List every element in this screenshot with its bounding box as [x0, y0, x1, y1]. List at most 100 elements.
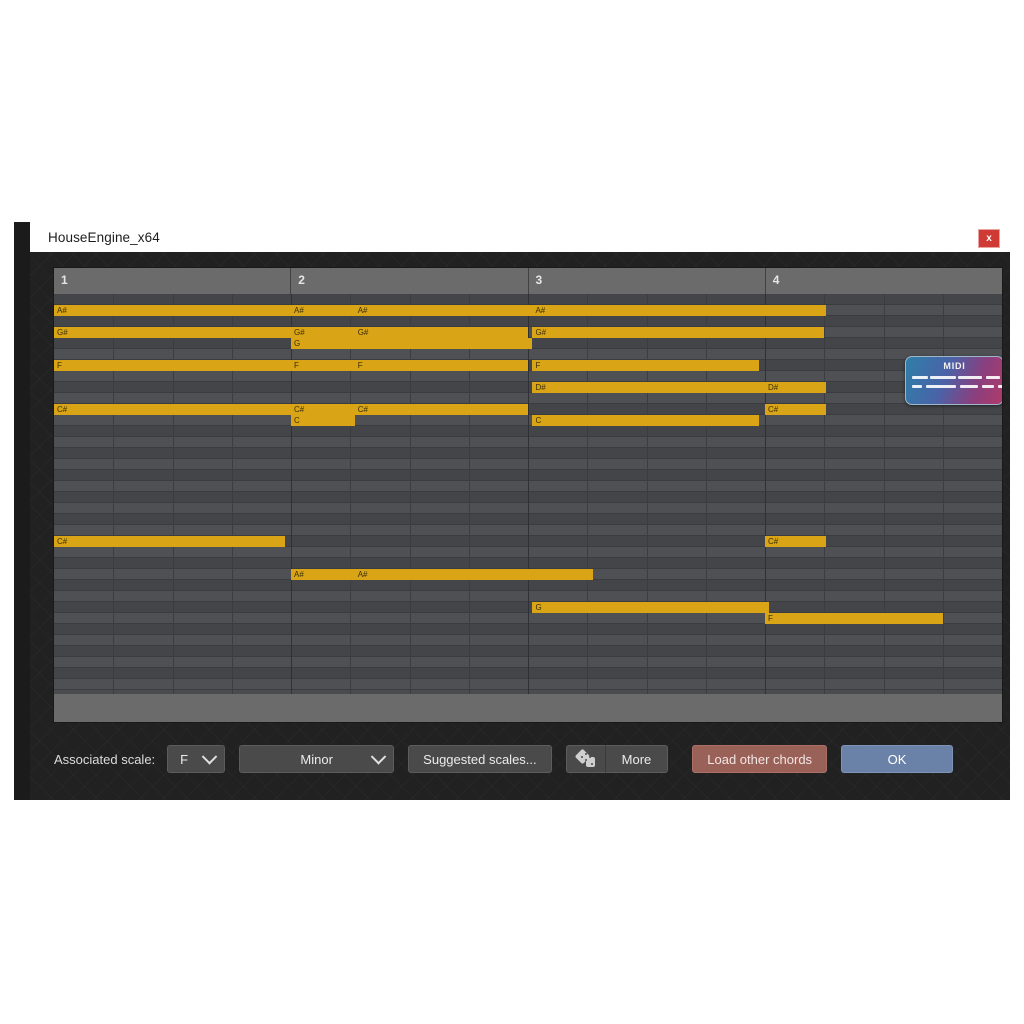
midi-note[interactable]: F	[291, 360, 355, 371]
note-grid[interactable]: A# A# A# A# G# G# G# G# G F F F F D# D# C# C# C# C# C C C# C# A…	[54, 294, 1002, 694]
note-row[interactable]	[54, 635, 1002, 646]
title-bar: HouseEngine_x64 x	[30, 222, 1010, 252]
midi-note[interactable]: A#	[54, 305, 291, 316]
note-row[interactable]	[54, 382, 1002, 393]
midi-note[interactable]: F	[54, 360, 291, 371]
note-row[interactable]	[54, 492, 1002, 503]
midi-note[interactable]: C#	[54, 404, 291, 415]
screen: HouseEngine_x64 x 1 2 3 4 A# A# A# A# G# G# G#…	[0, 0, 1024, 1024]
midi-note[interactable]: F	[532, 360, 760, 371]
bar-ruler[interactable]: 1 2 3 4	[54, 268, 1002, 294]
note-rows	[54, 294, 1002, 694]
note-row[interactable]	[54, 558, 1002, 569]
chevron-down-icon	[201, 749, 218, 765]
midi-drag-badge[interactable]: MIDI	[905, 356, 1002, 405]
note-row[interactable]	[54, 547, 1002, 558]
ruler-bar-label: 3	[535, 273, 543, 287]
ruler-bar-3[interactable]: 3	[529, 268, 766, 294]
midi-note[interactable]: G	[291, 338, 533, 349]
piano-roll[interactable]: 1 2 3 4 A# A# A# A# G# G# G# G# G F F F F D# D# C# C# C# C…	[54, 268, 1002, 722]
midi-note[interactable]: A#	[354, 569, 594, 580]
note-row[interactable]	[54, 646, 1002, 657]
midi-badge-label: MIDI	[943, 361, 966, 371]
note-row[interactable]	[54, 437, 1002, 448]
window-title: HouseEngine_x64	[48, 229, 160, 245]
note-row[interactable]	[54, 316, 1002, 327]
velocity-strip[interactable]	[54, 694, 1002, 722]
note-row[interactable]	[54, 525, 1002, 536]
midi-note[interactable]: C#	[354, 404, 528, 415]
bottom-toolbar: Associated scale: F Minor Suggested scal…	[54, 742, 1002, 776]
ruler-bar-4[interactable]: 4	[766, 268, 1002, 294]
associated-scale-label: Associated scale:	[54, 751, 156, 767]
note-row[interactable]	[54, 591, 1002, 602]
midi-note[interactable]: G#	[54, 327, 291, 338]
dice-icon	[574, 748, 595, 767]
midi-badge-notes	[912, 376, 1002, 400]
midi-note-mark	[958, 376, 982, 379]
note-row[interactable]	[54, 349, 1002, 360]
midi-note[interactable]: C	[291, 415, 355, 426]
midi-note[interactable]: G#	[354, 327, 528, 338]
note-row[interactable]	[54, 481, 1002, 492]
midi-note-mark	[998, 385, 1002, 388]
midi-note[interactable]: C#	[54, 536, 286, 547]
note-row[interactable]	[54, 679, 1002, 690]
scale-mode-value: Minor	[300, 751, 333, 767]
plugin-window: HouseEngine_x64 x 1 2 3 4 A# A# A# A# G# G# G#…	[14, 222, 1010, 800]
midi-note[interactable]: C#	[291, 404, 355, 415]
ruler-bar-1[interactable]: 1	[54, 268, 292, 294]
note-row[interactable]	[54, 503, 1002, 514]
midi-note[interactable]: A#	[532, 305, 826, 316]
note-row[interactable]	[54, 393, 1002, 404]
note-row[interactable]	[54, 668, 1002, 679]
midi-note[interactable]: C#	[765, 404, 826, 415]
ruler-bar-label: 1	[61, 273, 68, 287]
load-other-chords-button[interactable]: Load other chords	[692, 745, 828, 773]
note-row[interactable]	[54, 514, 1002, 525]
note-row[interactable]	[54, 624, 1002, 635]
midi-note[interactable]: F	[354, 360, 528, 371]
midi-note-mark	[986, 376, 1000, 379]
midi-note[interactable]: D#	[765, 382, 826, 393]
ok-button[interactable]: OK	[841, 745, 954, 773]
midi-note[interactable]: C#	[765, 536, 826, 547]
midi-note-mark	[960, 385, 978, 388]
midi-note-mark	[912, 385, 922, 388]
midi-note[interactable]: F	[765, 613, 943, 624]
suggested-scales-button[interactable]: Suggested scales...	[408, 745, 552, 773]
scale-mode-select[interactable]: Minor	[239, 745, 395, 773]
midi-note[interactable]: C	[532, 415, 760, 426]
midi-note[interactable]: A#	[354, 305, 533, 316]
note-row[interactable]	[54, 470, 1002, 481]
midi-note[interactable]: A#	[291, 569, 355, 580]
midi-note-mark	[926, 385, 956, 388]
more-button[interactable]: More	[605, 745, 669, 773]
note-row[interactable]	[54, 426, 1002, 437]
midi-note-mark	[930, 376, 956, 379]
chevron-down-icon	[370, 749, 387, 765]
midi-note[interactable]: G#	[291, 327, 355, 338]
chord-editor-dialog: 1 2 3 4 A# A# A# A# G# G# G# G# G F F F F D# D# C# C# C# C…	[30, 252, 1010, 800]
midi-note-mark	[982, 385, 994, 388]
midi-note-mark	[912, 376, 928, 379]
note-row[interactable]	[54, 657, 1002, 668]
scale-key-select[interactable]: F	[167, 745, 226, 773]
scale-key-value: F	[180, 751, 189, 767]
ruler-bar-label: 4	[772, 273, 780, 287]
note-row[interactable]	[54, 371, 1002, 382]
midi-note[interactable]: A#	[291, 305, 355, 316]
note-row[interactable]	[54, 294, 1002, 305]
randomize-button[interactable]	[565, 745, 606, 773]
midi-note[interactable]: D#	[532, 382, 765, 393]
note-row[interactable]	[54, 448, 1002, 459]
ruler-bar-2[interactable]: 2	[291, 268, 529, 294]
midi-note[interactable]: G	[532, 602, 770, 613]
note-row[interactable]	[54, 459, 1002, 470]
ruler-bar-label: 2	[298, 273, 305, 287]
note-row[interactable]	[54, 415, 1002, 426]
note-row[interactable]	[54, 580, 1002, 591]
note-row[interactable]	[54, 602, 1002, 613]
midi-note[interactable]: G#	[532, 327, 825, 338]
close-icon[interactable]: x	[978, 229, 1000, 248]
